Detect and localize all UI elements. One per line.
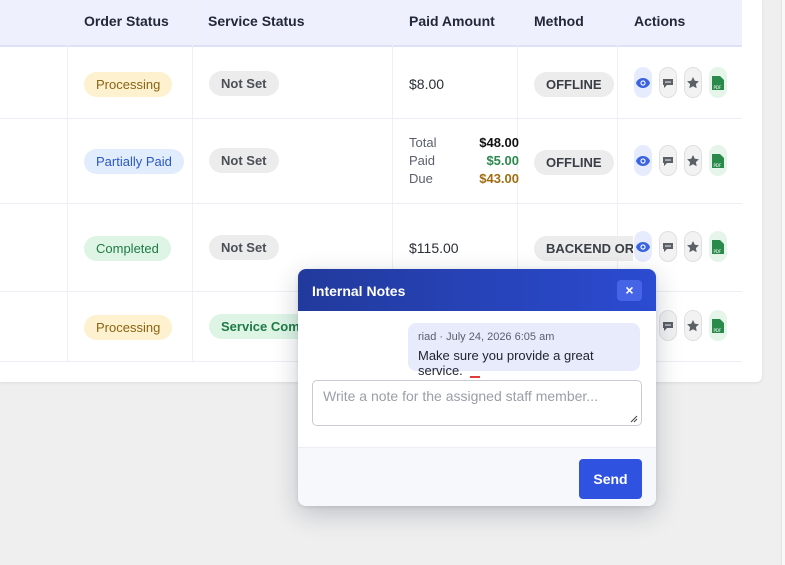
col-actions: Actions — [634, 13, 686, 29]
service-status-badge: Not Set — [209, 235, 279, 260]
note-input[interactable] — [312, 380, 642, 426]
star-icon — [687, 76, 699, 88]
star-button[interactable] — [684, 231, 702, 262]
row-divider — [0, 203, 742, 204]
eye-icon — [636, 77, 650, 88]
order-status-badge: Completed — [84, 236, 171, 261]
pdf-icon: PDF — [712, 75, 724, 90]
star-button[interactable] — [684, 310, 702, 341]
service-status-badge: Service Completed — [209, 314, 301, 339]
due-label: Due — [409, 171, 433, 186]
due-value: $43.00 — [479, 171, 519, 186]
comment-button[interactable] — [659, 67, 677, 98]
resize-grip-icon[interactable] — [630, 415, 638, 423]
note-text: Make sure you provide a great service. — [418, 348, 594, 378]
paid-label: Paid — [409, 153, 436, 168]
close-button[interactable]: × — [617, 280, 642, 301]
col-paid-amount: Paid Amount — [409, 13, 495, 29]
view-button[interactable] — [634, 67, 652, 98]
total-value: $48.00 — [479, 135, 519, 150]
comment-button[interactable] — [659, 231, 677, 262]
pdf-button[interactable]: PDF — [709, 67, 727, 98]
star-button[interactable] — [684, 145, 702, 176]
send-button[interactable]: Send — [579, 459, 642, 499]
star-icon — [687, 319, 699, 331]
page-scrollbar[interactable] — [781, 0, 785, 565]
close-icon: × — [625, 282, 634, 298]
method-badge: OFFLINE — [534, 72, 614, 97]
modal-footer: Send — [298, 447, 656, 506]
service-status-badge: Not Set — [209, 71, 279, 96]
internal-notes-modal: Internal Notes × riad · July 24, 2026 6:… — [298, 269, 656, 506]
col-method: Method — [534, 13, 584, 29]
row-divider — [0, 118, 742, 119]
order-status-badge: Processing — [84, 72, 173, 97]
column-divider — [67, 0, 68, 362]
payment-breakdown: Total $48.00 Paid $5.00 Due $43.00 — [409, 134, 519, 188]
note-meta: riad · July 24, 2026 6:05 am — [418, 331, 555, 343]
pdf-icon: PDF — [712, 239, 724, 254]
cursor-marker — [470, 376, 480, 378]
eye-icon — [636, 241, 650, 252]
comment-button[interactable] — [659, 145, 677, 176]
order-status-badge: Partially Paid — [84, 149, 184, 174]
note-bubble: riad · July 24, 2026 6:05 am Make sure y… — [408, 323, 640, 378]
pdf-button[interactable]: PDF — [709, 145, 727, 176]
method-badge: BACKEND ORDER — [534, 236, 633, 261]
modal-title: Internal Notes — [312, 283, 406, 299]
star-icon — [687, 240, 699, 252]
table-header: Order Status Service Status Paid Amount … — [0, 0, 742, 47]
view-button[interactable] — [634, 231, 652, 262]
service-status-badge: Not Set — [209, 148, 279, 173]
paid-amount: $115.00 — [409, 240, 459, 256]
pdf-icon: PDF — [712, 153, 724, 168]
pdf-button[interactable]: PDF — [709, 231, 727, 262]
star-button[interactable] — [684, 67, 702, 98]
total-label: Total — [409, 135, 437, 150]
svg-text:PDF: PDF — [714, 328, 722, 333]
pdf-button[interactable]: PDF — [709, 310, 727, 341]
col-order-status: Order Status — [84, 13, 169, 29]
modal-header: Internal Notes × — [298, 269, 656, 311]
view-button[interactable] — [634, 145, 652, 176]
method-badge: OFFLINE — [534, 150, 614, 175]
eye-icon — [636, 155, 650, 166]
paid-amount: $8.00 — [409, 76, 445, 92]
star-icon — [687, 154, 699, 166]
svg-text:PDF: PDF — [714, 249, 722, 254]
comment-icon — [663, 321, 673, 331]
comment-button[interactable] — [659, 310, 677, 341]
comment-icon — [663, 242, 673, 252]
svg-text:PDF: PDF — [714, 163, 722, 168]
comment-icon — [663, 78, 673, 88]
pdf-icon: PDF — [712, 318, 724, 333]
svg-text:PDF: PDF — [714, 85, 722, 90]
paid-value: $5.00 — [486, 153, 519, 168]
order-status-badge: Processing — [84, 315, 173, 340]
col-service-status: Service Status — [208, 13, 305, 29]
comment-icon — [663, 156, 673, 166]
column-divider — [192, 0, 193, 362]
